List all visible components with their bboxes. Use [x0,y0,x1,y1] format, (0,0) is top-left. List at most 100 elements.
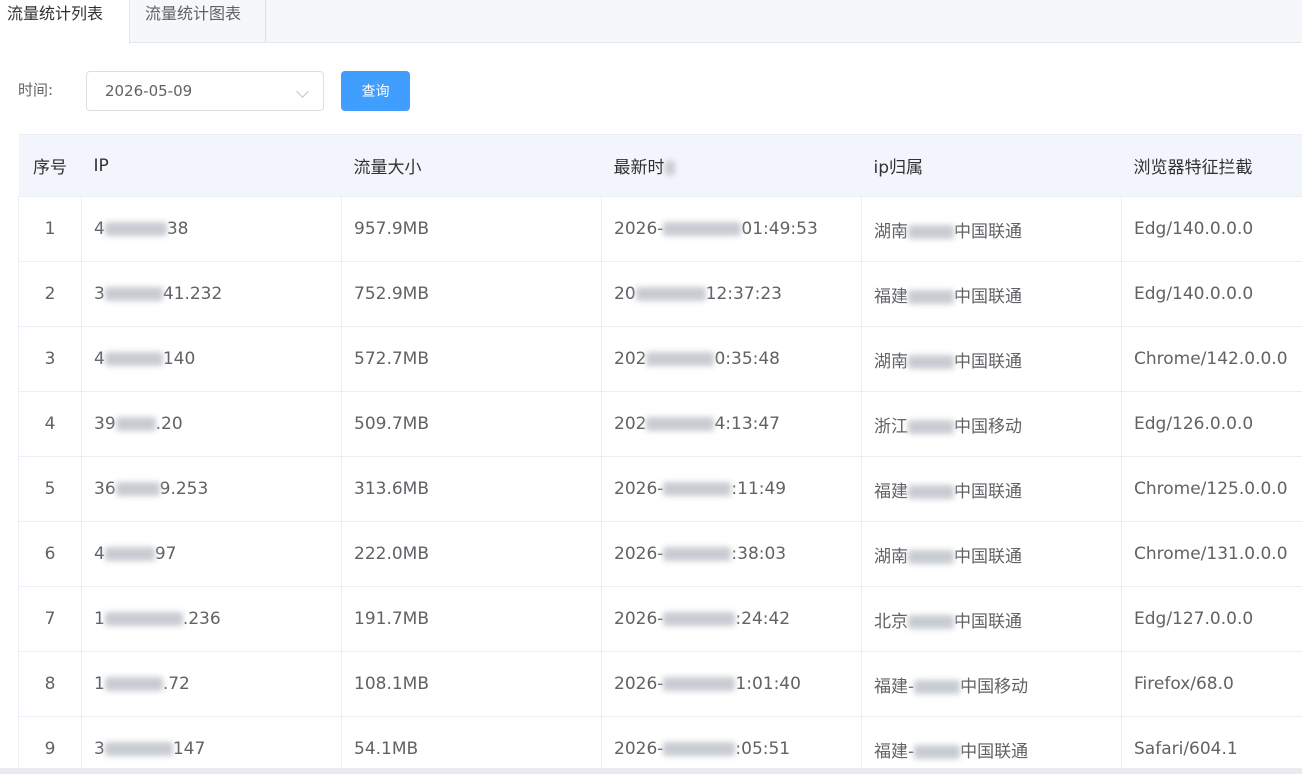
region-suffix: 中国移动 [960,676,1029,697]
time-prefix: 2026- [614,544,664,564]
redacted-text [115,482,160,496]
header-latest-time-label: 最新时 [613,158,665,178]
query-button[interactable]: 查询 [341,71,410,111]
redacted-text [663,547,732,561]
time-prefix: 2026- [614,739,664,759]
ip-prefix: 3 [94,739,105,759]
redacted-text [908,484,954,499]
cell-traffic: 108.1MB [341,651,602,717]
region-suffix: 中国联通 [954,221,1022,242]
cell-browser: Edg/127.0.0.0 [1121,586,1302,652]
region-suffix: 中国联通 [954,611,1022,632]
header-traffic: 流量大小 [341,134,602,197]
cell-latest-time: 202 0:35:48 [601,326,862,392]
table-row: 6 4 97 222.0MB 2026-:38:03 湖南 中国联通 Chrome/131.0… [18,521,1302,587]
cell-ip-location: 福建 中国联通 [861,261,1122,327]
time-prefix: 20 [614,284,636,304]
redacted-text [908,419,954,434]
traffic-value: 222.0MB [354,544,429,564]
chevron-down-icon[interactable] [296,85,309,98]
browser-value: Chrome/142.0.0.0 [1134,349,1288,369]
horizontal-scrollbar[interactable] [0,768,1302,774]
cell-ip: 39.20 [81,391,342,457]
cell-browser: Edg/140.0.0.0 [1121,196,1302,262]
region-prefix: 北京 [874,611,908,632]
date-value: 2026-05-09 [105,82,193,100]
cell-browser: Edg/140.0.0.0 [1121,261,1302,327]
time-suffix: 12:37:23 [705,284,782,304]
cell-latest-time: 202 4:13:47 [601,391,862,457]
redacted-text [908,354,954,369]
ip-prefix: 4 [94,219,105,239]
ip-suffix: .20 [155,414,183,434]
cell-ip-location: 浙江 中国移动 [861,391,1122,457]
cell-index: 9 [18,716,82,774]
ip-suffix: 38 [166,219,189,239]
browser-value: Edg/140.0.0.0 [1134,284,1254,304]
region-prefix: 福建- [874,741,915,762]
index-value: 4 [44,414,56,434]
traffic-value: 509.7MB [354,414,429,434]
cell-index: 5 [18,456,82,522]
region-suffix: 中国联通 [960,741,1029,762]
cell-traffic: 222.0MB [341,521,602,587]
browser-value: Edg/126.0.0.0 [1134,414,1254,434]
table-header-row: 序号 IP 流量大小 最新时 ip归属 浏览器特征拦截 [18,134,1302,197]
cell-browser: Edg/126.0.0.0 [1121,391,1302,457]
header-browser: 浏览器特征拦截 [1121,134,1302,197]
traffic-value: 191.7MB [354,609,429,629]
redacted-text [104,677,163,691]
cell-browser: Chrome/142.0.0.0 [1121,326,1302,392]
redacted-text [104,612,183,626]
ip-prefix: 36 [94,479,116,499]
time-suffix: :24:42 [735,609,791,629]
redacted-text [914,679,961,694]
ip-suffix: 97 [154,544,177,564]
tab-traffic-list[interactable]: 流量统计列表 [0,0,130,44]
browser-value: Edg/140.0.0.0 [1134,219,1254,239]
time-prefix: 2026- [614,609,664,629]
cell-index: 2 [18,261,82,327]
traffic-value: 54.1MB [354,739,419,759]
table-row: 5 36 9.253 313.6MB 2026-:11:49 福建 中国联通 Chrome/1… [18,456,1302,522]
ip-suffix: 9.253 [159,479,209,499]
redacted-text [908,224,954,239]
time-prefix: 202 [614,349,647,369]
cell-index: 1 [18,196,82,262]
cell-index: 3 [18,326,82,392]
header-ip: IP [81,134,342,197]
date-picker[interactable]: 2026-05-09 [86,71,324,111]
index-value: 1 [44,219,56,239]
redacted-text [663,612,736,626]
redacted-text [646,417,715,431]
redacted-text [908,549,954,564]
cell-index: 8 [18,651,82,717]
ip-suffix: 41.232 [162,284,223,304]
cell-traffic: 752.9MB [341,261,602,327]
time-label: 时间: [18,81,54,99]
cell-ip-location: 福建- 中国联通 [861,716,1122,774]
cell-traffic: 957.9MB [341,196,602,262]
region-suffix: 中国联通 [954,351,1022,372]
cell-ip: 4 97 [81,521,342,587]
redacted-text [104,742,173,756]
ip-prefix: 39 [94,414,116,434]
tab-traffic-chart[interactable]: 流量统计图表 [130,0,266,43]
browser-value: Chrome/131.0.0.0 [1134,544,1288,564]
cell-ip: 3 147 [81,716,342,774]
traffic-value: 108.1MB [354,674,429,694]
index-value: 6 [44,544,56,564]
browser-value: Firefox/68.0 [1134,674,1234,694]
cell-ip: 1.72 [81,651,342,717]
cell-ip-location: 湖南 中国联通 [861,326,1122,392]
index-value: 9 [44,739,56,759]
cell-traffic: 313.6MB [341,456,602,522]
time-prefix: 2026- [614,219,664,239]
redacted-text [104,287,163,301]
ip-prefix: 3 [94,284,105,304]
ip-prefix: 4 [94,544,105,564]
cell-latest-time: 2026-:11:49 [601,456,862,522]
cell-latest-time: 2026- :24:42 [601,586,862,652]
redacted-text [663,222,742,236]
time-suffix: 01:49:53 [741,219,818,239]
